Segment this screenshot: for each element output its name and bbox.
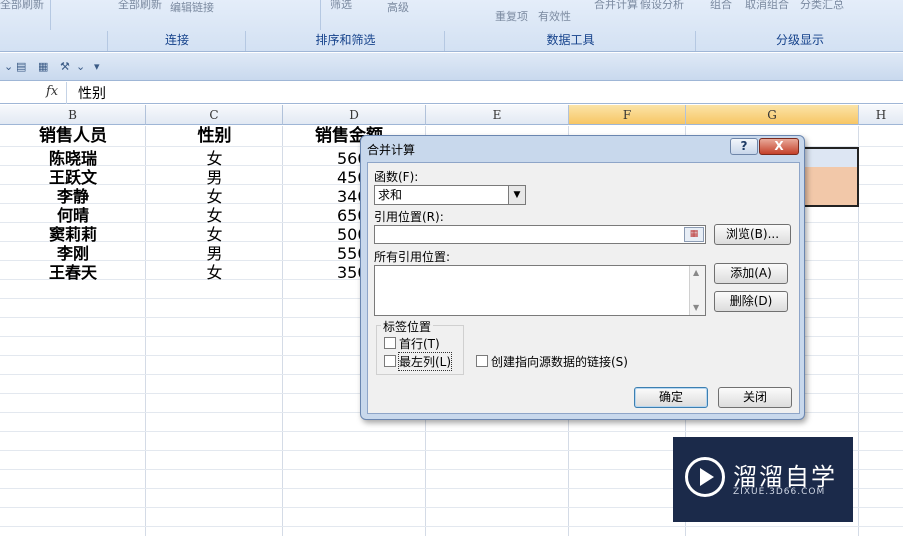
close-icon[interactable]: X: [759, 138, 799, 155]
chevron-down-icon[interactable]: ▼: [508, 186, 525, 204]
ribbon-separator: [50, 0, 51, 30]
tools-icon[interactable]: ⚒: [60, 60, 70, 73]
all-references-label: 所有引用位置:: [374, 250, 451, 264]
cell-gender[interactable]: 女: [146, 263, 283, 282]
column-header-f[interactable]: F: [569, 105, 686, 125]
watermark-url: ZIXUE.3D66.COM: [733, 487, 826, 497]
ribbon: 全部刷新 全部刷新 编辑链接 筛选 高级 重复项 有效性 合并计算 假设分析 组…: [0, 0, 903, 52]
cell-name[interactable]: 何晴: [0, 206, 146, 225]
column-header-h[interactable]: H: [859, 105, 903, 125]
grid-line: [0, 431, 903, 432]
ok-button[interactable]: 确定: [634, 387, 708, 408]
close-button[interactable]: 关闭: [718, 387, 792, 408]
add-button[interactable]: 添加(A): [714, 263, 788, 284]
remove-duplicates-button[interactable]: 重复项: [495, 8, 528, 24]
function-select-value: 求和: [378, 188, 403, 202]
cell-name[interactable]: 陈晓瑞: [0, 149, 146, 168]
help-button[interactable]: ?: [730, 138, 758, 155]
function-select[interactable]: 求和 ▼: [374, 185, 526, 205]
cell-name[interactable]: 王跃文: [0, 168, 146, 187]
scroll-up-icon[interactable]: ▲: [693, 268, 699, 277]
cell-gender[interactable]: 男: [146, 244, 283, 263]
first-row-label[interactable]: 首行(T): [399, 335, 440, 352]
ribbon-separator: [320, 0, 321, 30]
cell-name[interactable]: 李静: [0, 187, 146, 206]
table-icon[interactable]: ▦: [38, 60, 48, 73]
function-icon[interactable]: fx: [46, 84, 58, 99]
form-icon[interactable]: ▤: [16, 60, 26, 73]
formula-bar: fx 性别: [0, 82, 903, 104]
formula-input[interactable]: 性别: [78, 83, 106, 103]
column-header-e[interactable]: E: [426, 105, 569, 125]
reference-input[interactable]: ▦: [374, 225, 706, 244]
ribbon-group-outline: 分级显示: [775, 33, 824, 47]
cell-gender[interactable]: 女: [146, 187, 283, 206]
dialog-body: 函数(F): 求和 ▼ 引用位置(R): ▦ 浏览(B)... 所有引用位置: …: [367, 162, 800, 414]
ungroup-button[interactable]: 取消组合: [745, 0, 789, 12]
cell-name[interactable]: 窦莉莉: [0, 225, 146, 244]
delete-button[interactable]: 删除(D): [714, 291, 788, 312]
cell-name[interactable]: 王春天: [0, 263, 146, 282]
ribbon-fragment[interactable]: 全部刷新: [0, 0, 44, 12]
grid-line: [0, 526, 903, 527]
all-references-list[interactable]: ▲ ▼: [374, 265, 706, 316]
cell-name[interactable]: 李刚: [0, 244, 146, 263]
group-button[interactable]: 组合: [710, 0, 732, 12]
reference-label: 引用位置(R):: [374, 210, 444, 224]
column-header-b[interactable]: B: [0, 105, 146, 125]
ribbon-group-connections: 连接: [109, 31, 246, 51]
subtotal-button[interactable]: 分类汇总: [800, 0, 844, 12]
column-header-g[interactable]: G: [686, 105, 859, 125]
header-salesperson[interactable]: 销售人员: [0, 127, 146, 146]
formula-divider: [66, 82, 67, 104]
left-column-label[interactable]: 最左列(L): [397, 352, 453, 371]
filter-button[interactable]: 筛选: [330, 0, 352, 12]
browse-button[interactable]: 浏览(B)...: [714, 224, 791, 245]
data-validation-button[interactable]: 有效性: [538, 8, 571, 24]
create-links-label[interactable]: 创建指向源数据的链接(S): [491, 353, 628, 370]
what-if-button[interactable]: 假设分析: [640, 0, 684, 12]
edit-links-button[interactable]: 编辑链接: [170, 0, 214, 15]
consolidate-dialog: 合并计算 ? X 函数(F): 求和 ▼ 引用位置(R): ▦ 浏览(B)...…: [360, 135, 805, 420]
cell-gender[interactable]: 女: [146, 206, 283, 225]
header-gender[interactable]: 性别: [146, 127, 283, 146]
consolidate-ribbon-button[interactable]: 合并计算: [594, 0, 638, 12]
scroll-down-icon[interactable]: ▼: [693, 303, 699, 312]
watermark-logo: 溜溜自学 ZIXUE.3D66.COM: [673, 437, 853, 522]
left-column-checkbox[interactable]: [384, 355, 396, 367]
chevron-icon[interactable]: ⌄: [4, 60, 13, 73]
dialog-title: 合并计算: [367, 143, 416, 157]
ribbon-group-data-tools: 数据工具: [446, 31, 696, 51]
advanced-button[interactable]: 高级: [387, 0, 409, 15]
dropdown-icon[interactable]: ⌄: [76, 60, 85, 73]
column-header-d[interactable]: D: [283, 105, 426, 125]
cell-gender[interactable]: 女: [146, 225, 283, 244]
range-picker-icon[interactable]: ▦: [684, 227, 704, 242]
first-row-checkbox[interactable]: [384, 337, 396, 349]
cell-gender[interactable]: 男: [146, 168, 283, 187]
quick-access-toolbar: ⌄ ▤ ▦ ⚒ ⌄ ▾: [0, 53, 903, 81]
ribbon-group-sort-filter: 排序和筛选: [247, 31, 445, 51]
customize-icon[interactable]: ▾: [94, 60, 100, 73]
create-links-checkbox[interactable]: [476, 355, 488, 367]
play-icon: [685, 457, 725, 497]
ribbon-fragment[interactable]: 全部刷新: [118, 0, 162, 12]
ribbon-commands: 全部刷新 全部刷新 编辑链接 筛选 高级 重复项 有效性 合并计算 假设分析 组…: [0, 0, 903, 30]
label-position-legend: 标签位置: [381, 318, 434, 335]
column-header-c[interactable]: C: [146, 105, 283, 125]
cell-gender[interactable]: 女: [146, 149, 283, 168]
ribbon-group-get-data: [0, 31, 108, 51]
function-label: 函数(F):: [374, 170, 419, 184]
list-scrollbar[interactable]: ▲ ▼: [689, 266, 705, 315]
